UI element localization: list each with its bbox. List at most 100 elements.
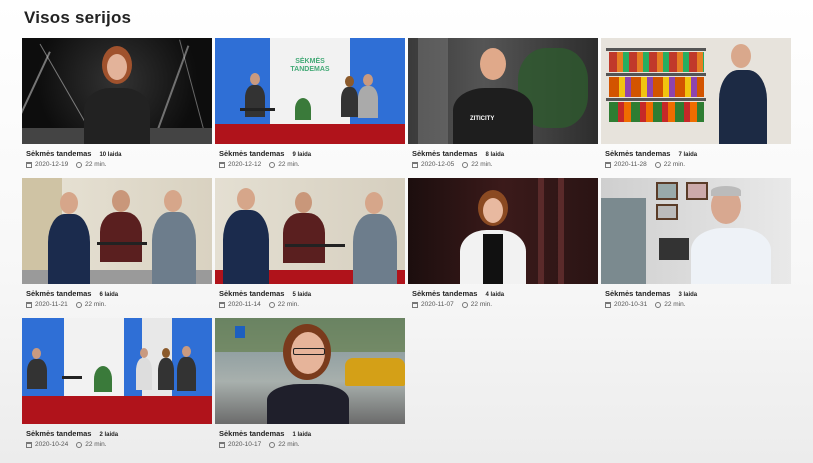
calendar-icon xyxy=(605,161,611,168)
episode-duration: 22 min. xyxy=(278,161,300,168)
episode-date: 2020-12-19 xyxy=(35,161,69,168)
episode-date: 2020-10-17 xyxy=(228,441,262,448)
episode-title-line: Sėkmės tandemas 10 laida xyxy=(26,149,212,158)
episode-card[interactable]: Sėkmės tandemas 7 laida 2020-11-28 22 min… xyxy=(601,38,791,168)
episode-thumbnail[interactable]: ZITICITY xyxy=(408,38,598,144)
episode-thumbnail[interactable]: SĖKMĖS TANDEMAS xyxy=(215,38,405,144)
episode-thumbnail[interactable] xyxy=(601,178,791,284)
episode-card[interactable]: SĖKMĖS TANDEMAS Sėkmės tandemas 9 laida 2… xyxy=(215,38,405,168)
episode-number: 8 laida xyxy=(485,152,505,158)
calendar-icon xyxy=(26,441,32,448)
episode-title: Sėkmės tandemas xyxy=(26,289,92,298)
episode-title-line: Sėkmės tandemas 8 laida xyxy=(412,149,598,158)
episode-title: Sėkmės tandemas xyxy=(605,149,671,158)
episode-number: 6 laida xyxy=(99,292,119,298)
episode-number: 9 laida xyxy=(292,152,312,158)
episode-meta: 2020-11-07 22 min. xyxy=(412,301,598,308)
episode-meta: 2020-11-21 22 min. xyxy=(26,301,212,308)
clock-icon xyxy=(462,161,469,168)
episode-meta: 2020-10-31 22 min. xyxy=(605,301,791,308)
episode-card[interactable]: Sėkmės tandemas 4 laida 2020-11-07 22 min… xyxy=(408,178,598,308)
episode-duration: 22 min. xyxy=(663,161,686,168)
episode-thumbnail[interactable] xyxy=(601,38,791,144)
set-logo-text: SĖKMĖS TANDEMAS xyxy=(290,58,330,73)
episode-duration: 22 min. xyxy=(470,301,493,308)
episode-thumbnail[interactable] xyxy=(22,178,212,284)
clock-icon xyxy=(75,301,82,308)
calendar-icon xyxy=(605,301,611,308)
episode-date: 2020-11-07 xyxy=(421,301,454,308)
episode-title-line: Sėkmės tandemas 3 laida xyxy=(605,289,791,298)
episode-card[interactable]: Sėkmės tandemas 2 laida 2020-10-24 22 min… xyxy=(22,318,212,448)
episode-date: 2020-11-14 xyxy=(228,301,261,308)
episode-meta: 2020-11-28 22 min. xyxy=(605,161,791,168)
clock-icon xyxy=(461,301,468,308)
episode-card[interactable]: Sėkmės tandemas 5 laida 2020-11-14 22 min… xyxy=(215,178,405,308)
episode-number: 3 laida xyxy=(678,292,698,298)
episode-meta: 2020-12-19 22 min. xyxy=(26,161,212,168)
episode-grid: Sėkmės tandemas 10 laida 2020-12-19 22 mi… xyxy=(22,38,791,448)
episode-thumbnail[interactable] xyxy=(22,318,212,424)
clock-icon xyxy=(654,161,661,168)
clock-icon xyxy=(269,161,276,168)
page-title: Visos serijos xyxy=(24,8,132,27)
episode-title-line: Sėkmės tandemas 9 laida xyxy=(219,149,405,158)
episode-duration: 22 min. xyxy=(85,161,107,168)
episode-meta: 2020-11-14 22 min. xyxy=(219,301,405,308)
episode-card[interactable]: Sėkmės tandemas 10 laida 2020-12-19 22 mi… xyxy=(22,38,212,168)
episode-number: 10 laida xyxy=(99,152,122,158)
episode-duration: 22 min. xyxy=(84,301,107,308)
episode-title-line: Sėkmės tandemas 7 laida xyxy=(605,149,791,158)
calendar-icon xyxy=(219,301,225,308)
episode-title-line: Sėkmės tandemas 4 laida xyxy=(412,289,598,298)
episode-number: 5 laida xyxy=(292,292,312,298)
episode-date: 2020-11-21 xyxy=(35,301,68,308)
calendar-icon xyxy=(412,301,418,308)
episode-title: Sėkmės tandemas xyxy=(219,289,285,298)
episode-duration: 22 min. xyxy=(664,301,686,308)
episode-meta: 2020-12-12 22 min. xyxy=(219,161,405,168)
episode-card[interactable]: ZITICITY Sėkmės tandemas 8 laida 2020-12-… xyxy=(408,38,598,168)
clock-icon xyxy=(76,441,83,448)
episode-thumbnail[interactable] xyxy=(22,38,212,144)
episode-title-line: Sėkmės tandemas 5 laida xyxy=(219,289,405,298)
episode-thumbnail[interactable] xyxy=(408,178,598,284)
page: Visos serijos Sėkmės tandemas 10 laida 20… xyxy=(0,0,813,463)
episode-meta: 2020-10-17 22 min. xyxy=(219,441,405,448)
episode-title-line: Sėkmės tandemas 2 laida xyxy=(26,429,212,438)
shirt-text: ZITICITY xyxy=(470,116,495,122)
calendar-icon xyxy=(412,161,418,168)
episode-card[interactable]: Sėkmės tandemas 6 laida 2020-11-21 22 min… xyxy=(22,178,212,308)
episode-meta: 2020-12-05 22 min. xyxy=(412,161,598,168)
calendar-icon xyxy=(26,161,32,168)
episode-number: 2 laida xyxy=(99,432,119,438)
episode-title: Sėkmės tandemas xyxy=(412,149,478,158)
episode-thumbnail[interactable] xyxy=(215,318,405,424)
clock-icon xyxy=(268,301,275,308)
episode-title: Sėkmės tandemas xyxy=(26,429,92,438)
episode-thumbnail[interactable] xyxy=(215,178,405,284)
calendar-icon xyxy=(219,161,225,168)
episode-title: Sėkmės tandemas xyxy=(219,429,285,438)
episode-meta: 2020-10-24 22 min. xyxy=(26,441,212,448)
episode-title: Sėkmės tandemas xyxy=(412,289,478,298)
episode-number: 7 laida xyxy=(678,152,698,158)
episode-title: Sėkmės tandemas xyxy=(605,289,671,298)
episode-date: 2020-12-05 xyxy=(421,161,455,168)
episode-title-line: Sėkmės tandemas 1 laida xyxy=(219,429,405,438)
episode-number: 1 laida xyxy=(292,432,312,438)
clock-icon xyxy=(269,441,276,448)
episode-duration: 22 min. xyxy=(278,441,300,448)
episode-card[interactable]: Sėkmės tandemas 3 laida 2020-10-31 22 min… xyxy=(601,178,791,308)
episode-date: 2020-10-31 xyxy=(614,301,648,308)
episode-duration: 22 min. xyxy=(85,441,107,448)
episode-card[interactable]: Sėkmės tandemas 1 laida 2020-10-17 22 min… xyxy=(215,318,405,448)
clock-icon xyxy=(76,161,83,168)
calendar-icon xyxy=(219,441,225,448)
episode-date: 2020-10-24 xyxy=(35,441,69,448)
clock-icon xyxy=(655,301,662,308)
episode-title-line: Sėkmės tandemas 6 laida xyxy=(26,289,212,298)
episode-number: 4 laida xyxy=(485,292,505,298)
episode-duration: 22 min. xyxy=(277,301,300,308)
episode-duration: 22 min. xyxy=(471,161,493,168)
